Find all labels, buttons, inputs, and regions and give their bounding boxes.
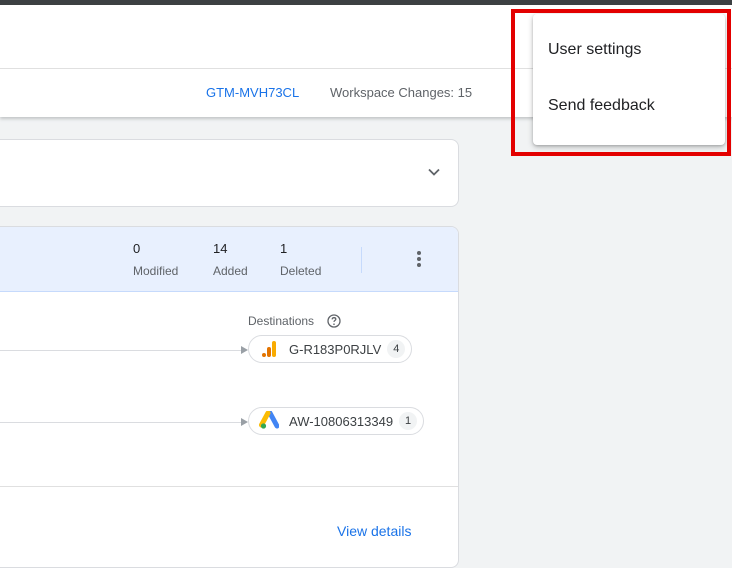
container-id-link[interactable]: GTM-MVH73CL [206, 85, 299, 100]
google-ads-icon [259, 411, 279, 431]
destination-count-badge: 1 [399, 412, 418, 430]
destinations-label: Destinations [248, 314, 315, 328]
help-circle-icon[interactable] [327, 314, 341, 328]
flow-arrow [241, 346, 248, 354]
flow-line [0, 422, 241, 423]
destination-chip-google-ads[interactable]: AW-10806313349 1 [248, 407, 425, 435]
card-footer-divider [0, 486, 458, 487]
view-details-link[interactable]: View details [337, 523, 411, 539]
destination-id: G-R183P0RJLV [289, 341, 382, 357]
stat-added: 14 Added [213, 241, 248, 278]
flow-arrow [241, 418, 248, 426]
stat-deleted: 1 Deleted [280, 241, 321, 278]
stat-value: 1 [280, 241, 288, 256]
flow-line [0, 350, 241, 351]
chevron-down-icon[interactable] [426, 164, 442, 180]
workspace-selector-card[interactable] [0, 139, 459, 207]
stat-label: Deleted [280, 264, 322, 278]
stat-modified: 0 Modified [133, 241, 178, 278]
stat-value: 0 [133, 241, 141, 256]
destination-chip-ga4[interactable]: G-R183P0RJLV 4 [248, 335, 413, 363]
stat-label: Added [213, 264, 248, 278]
more-vert-icon[interactable] [409, 249, 429, 269]
destination-id: AW-10806313349 [289, 413, 394, 429]
google-analytics-icon [259, 339, 279, 359]
workspace-changes-count: Workspace Changes: 15 [330, 85, 473, 100]
highlight-annotation-box [511, 9, 731, 156]
workspace-changes-card: 0 Modified 14 Added 1 Deleted Destinatio… [0, 226, 459, 568]
stat-label: Modified [133, 264, 179, 278]
destination-count-badge: 4 [387, 340, 406, 358]
changes-summary-bar: 0 Modified 14 Added 1 Deleted [0, 227, 458, 292]
stat-value: 14 [213, 241, 228, 256]
summary-separator [361, 247, 362, 273]
